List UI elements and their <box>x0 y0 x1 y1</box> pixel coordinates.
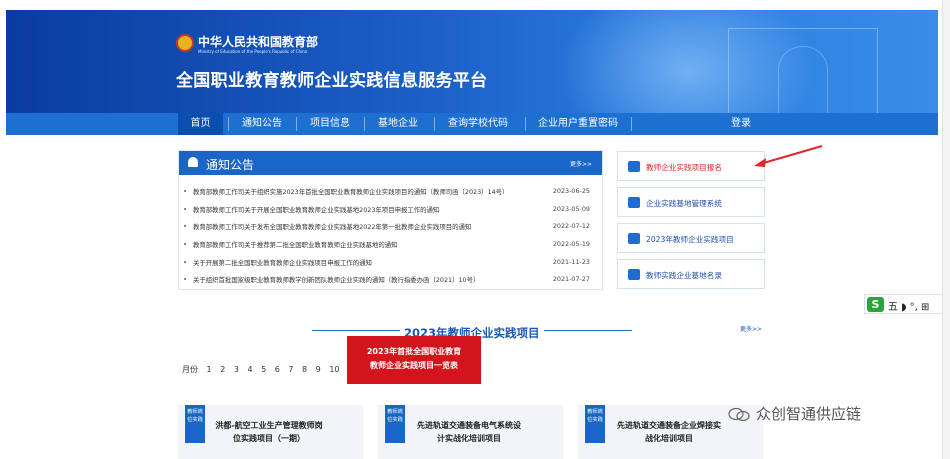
card-title[interactable]: 洪都-航空工业生产管理教师岗位实践项目（一期） <box>215 419 323 445</box>
input-method-toolbar[interactable]: S 五 ◗ °, ⊞ <box>864 294 950 314</box>
form-icon <box>628 161 640 172</box>
watermark-text: 众创智通供应链 <box>756 405 862 423</box>
notice-item[interactable]: 关于组织首批国家级职业教育教师教学创新团队教师企业实践的通知（教行指委办函〔20… <box>184 273 598 288</box>
bullet-icon <box>184 208 186 210</box>
section-divider-left <box>312 330 400 331</box>
nav-divider <box>228 117 229 131</box>
month-option[interactable]: 2 <box>220 365 225 374</box>
people-icon <box>628 233 640 244</box>
section-more-link[interactable]: 更多>> <box>740 324 762 333</box>
nav-divider <box>296 117 297 131</box>
popup-line-1: 2023年首批全国职业教育 <box>366 347 462 356</box>
month-option[interactable]: 10 <box>329 365 339 374</box>
project-card[interactable]: 教师岗位实践 洪都-航空工业生产管理教师岗位实践项目（一期） <box>178 405 363 459</box>
month-option[interactable]: 6 <box>275 365 280 374</box>
page: 中华人民共和国教育部 Ministry of Education of the … <box>0 0 950 459</box>
month-option[interactable]: 3 <box>234 365 239 374</box>
notice-item-title[interactable]: 教育部教师工作司关于推荐第二批全国职业教育教师企业实践基地的通知 <box>193 240 565 249</box>
nav-school-code[interactable]: 查询学校代码 <box>440 113 516 135</box>
bullet-icon <box>184 261 186 263</box>
month-filter: 月份 1 2 3 4 5 6 7 8 9 10 <box>182 364 346 376</box>
side-link-label: 2023年教师企业实践项目 <box>646 235 734 244</box>
month-option[interactable]: 9 <box>316 365 321 374</box>
toolbar-text: 五 ◗ °, ⊞ <box>888 302 930 313</box>
nav-divider <box>525 117 526 131</box>
nav-home[interactable]: 首页 <box>178 113 223 135</box>
notice-item[interactable]: 关于开展第二批全国职业教育教师企业实践项目申报工作的通知 2021-11-23 <box>184 256 598 271</box>
site-title: 全国职业教育教师企业实践信息服务平台 <box>176 71 488 91</box>
notice-title: 通知公告 <box>206 158 255 172</box>
side-link-base-system[interactable]: 企业实践基地管理系统 <box>617 187 765 217</box>
card-title[interactable]: 先进轨道交通装备企业焊接实战化培训项目 <box>615 419 723 445</box>
card-tag: 教师岗位实践 <box>185 405 205 443</box>
banner-building-arch <box>778 46 828 114</box>
mail-icon <box>628 269 640 280</box>
notice-item-date: 2022-07-12 <box>552 222 590 230</box>
notice-item-date: 2021-11-23 <box>552 258 590 266</box>
side-link-2023-projects[interactable]: 2023年教师企业实践项目 <box>617 223 765 253</box>
side-link-label: 教师实践企业基地名录 <box>646 271 722 280</box>
notice-item-title[interactable]: 教育部教师工作司关于发布全国职业教育教师企业实践基地2022年第一批教师企业实践… <box>193 222 565 231</box>
section-divider-right <box>544 330 632 331</box>
ministry-name-cn: 中华人民共和国教育部 <box>198 35 319 49</box>
card-tag: 教师岗位实践 <box>585 405 605 443</box>
nav-reset-password[interactable]: 企业用户重置密码 <box>531 113 625 135</box>
bullet-icon <box>184 278 186 280</box>
notice-item-title[interactable]: 关于组织首批国家级职业教育教师教学创新团队教师企业实践的通知（教行指委办函〔20… <box>193 275 565 284</box>
notice-header: 通知公告 更多>> <box>179 151 602 175</box>
nav-bases[interactable]: 基地企业 <box>370 113 426 135</box>
notice-more-link[interactable]: 更多>> <box>570 159 592 168</box>
wechat-icon <box>728 407 750 421</box>
ministry-name-en: Ministry of Education of the People's Re… <box>198 49 308 54</box>
main-nav: 首页 通知公告 项目信息 基地企业 查询学校代码 企业用户重置密码 登录 <box>6 113 938 135</box>
sogou-icon: S <box>867 297 884 312</box>
card-title[interactable]: 先进轨道交通装备电气系统设计实战化培训项目 <box>415 419 523 445</box>
notice-item-date: 2022-05-19 <box>552 240 590 248</box>
notice-item-title[interactable]: 关于开展第二批全国职业教育教师企业实践项目申报工作的通知 <box>193 258 565 267</box>
side-link-label: 企业实践基地管理系统 <box>646 199 722 208</box>
bell-icon <box>188 157 198 167</box>
side-link-registration[interactable]: 教师企业实践项目报名 <box>617 151 765 181</box>
month-option[interactable]: 4 <box>247 365 252 374</box>
notice-panel: 通知公告 更多>> 教育部教师工作司关于组织实施2023年首批全国职业教育教师企… <box>178 150 603 290</box>
nav-divider <box>434 117 435 131</box>
notice-item[interactable]: 教育部教师工作司关于推荐第二批全国职业教育教师企业实践基地的通知 2022-05-… <box>184 238 598 253</box>
scrollbar-track[interactable] <box>942 0 950 459</box>
header-banner <box>6 10 938 114</box>
nav-divider <box>364 117 365 131</box>
red-arrow-annotation <box>754 145 823 167</box>
bullet-icon <box>184 243 186 245</box>
nav-notices[interactable]: 通知公告 <box>234 113 290 135</box>
monitor-icon <box>628 197 640 208</box>
national-emblem-icon <box>176 34 194 52</box>
notice-item-date: 2021-07-27 <box>552 275 590 283</box>
notice-item[interactable]: 教育部教师工作司关于组织实施2023年首批全国职业教育教师企业实践项目的通知（教… <box>184 185 598 200</box>
project-card[interactable]: 教师岗位实践 先进轨道交通装备电气系统设计实战化培训项目 <box>378 405 563 459</box>
notice-item[interactable]: 教育部教师工作司关于发布全国职业教育教师企业实践基地2022年第一批教师企业实践… <box>184 220 598 235</box>
popup-line-2: 教师企业实践项目一览表 <box>370 361 458 370</box>
project-list-popup[interactable]: 2023年首批全国职业教育 教师企业实践项目一览表 <box>347 336 481 384</box>
notice-item[interactable]: 教育部教师工作司关于开展全国职业教育教师企业实践基地2023年项目申报工作的通知… <box>184 203 598 218</box>
nav-projects[interactable]: 项目信息 <box>302 113 358 135</box>
side-link-label: 教师企业实践项目报名 <box>646 163 722 172</box>
nav-divider <box>631 117 632 131</box>
month-option[interactable]: 7 <box>288 365 293 374</box>
nav-login[interactable]: 登录 <box>706 113 776 135</box>
notice-item-date: 2023-05-09 <box>552 205 590 213</box>
month-option[interactable]: 1 <box>207 365 212 374</box>
card-tag: 教师岗位实践 <box>385 405 405 443</box>
month-option[interactable]: 8 <box>302 365 307 374</box>
bullet-icon <box>184 190 186 192</box>
notice-item-title[interactable]: 教育部教师工作司关于组织实施2023年首批全国职业教育教师企业实践项目的通知（教… <box>193 187 565 196</box>
bullet-icon <box>184 225 186 227</box>
notice-item-title[interactable]: 教育部教师工作司关于开展全国职业教育教师企业实践基地2023年项目申报工作的通知 <box>193 205 565 214</box>
notice-item-date: 2023-06-25 <box>552 187 590 195</box>
month-option[interactable]: 5 <box>261 365 266 374</box>
month-label: 月份 <box>182 365 198 374</box>
side-link-base-directory[interactable]: 教师实践企业基地名录 <box>617 259 765 289</box>
